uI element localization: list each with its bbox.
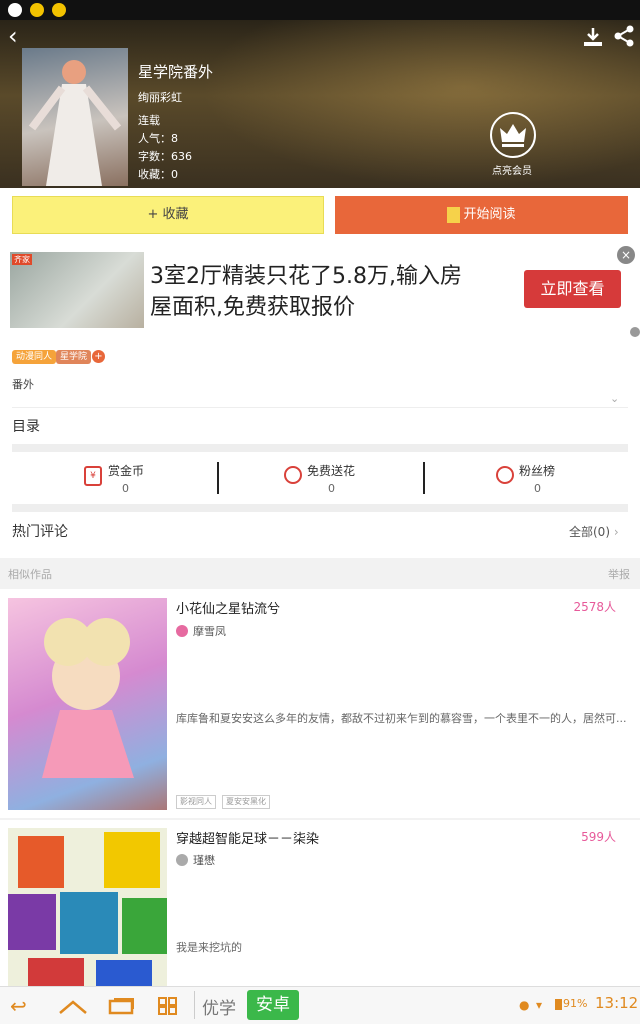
tag-badge[interactable]: 动漫同人: [12, 350, 57, 364]
avatar: [176, 854, 188, 866]
work-title: 穿越超智能足球－－柒染: [176, 832, 320, 847]
catalog-link[interactable]: 目录: [12, 416, 40, 436]
battery-icon: [555, 999, 562, 1010]
wifi-icon: ▾: [536, 998, 543, 1012]
work-reader-count: 599人: [581, 830, 616, 844]
share-icon[interactable]: [612, 24, 636, 48]
work-author: 摩雪凤: [193, 625, 226, 638]
comments-all-label: 全部(0): [569, 525, 610, 539]
divider: [423, 462, 425, 494]
work-cover: [8, 828, 167, 986]
stat-value: 0: [122, 482, 129, 495]
notification-icon: [52, 3, 66, 17]
report-link[interactable]: 举报: [608, 566, 630, 582]
app-icon: [8, 3, 22, 17]
similar-title: 相似作品: [8, 568, 52, 581]
send-flowers[interactable]: 免费送花 0: [222, 460, 432, 498]
start-reading-label: 开始阅读: [463, 207, 516, 222]
ad-text-line2: 屋面积,免费获取报价: [150, 295, 355, 320]
reward-coins[interactable]: ¥ 赏金币 0: [12, 460, 222, 498]
back-icon[interactable]: ‹: [8, 24, 18, 48]
ad-brand: 齐家: [12, 254, 32, 265]
work-description: 库库鲁和夏安安这么多年的友情，都敌不过初来乍到的慕容雪，一个表里不一的人，居然可…: [176, 712, 627, 725]
chevron-down-icon[interactable]: ⌄: [610, 392, 619, 405]
book-word-count: 字数：636: [138, 150, 192, 163]
fan-ranking[interactable]: 粉丝榜 0: [428, 460, 638, 498]
add-tag-icon[interactable]: +: [92, 350, 105, 363]
book-author[interactable]: 绚丽彩虹: [138, 89, 182, 105]
coin-icon: ¥: [84, 466, 102, 486]
flower-icon: [284, 466, 302, 484]
avatar: [176, 625, 188, 637]
ad-cta-button[interactable]: 立即查看: [524, 270, 621, 308]
crown-icon[interactable]: [490, 112, 536, 158]
battery-level: 91%: [563, 997, 588, 1010]
recent-apps-icon[interactable]: [108, 996, 135, 1020]
clock: 13:12: [595, 994, 639, 1012]
notification-icon: [30, 3, 44, 17]
system-nav-bar: [0, 986, 640, 1024]
tag-badge: 夏安安黑化: [222, 795, 270, 809]
book-favorites: 收藏：0: [138, 168, 178, 181]
divider: [217, 462, 219, 494]
work-reader-count: 2578人: [573, 600, 616, 614]
ad-text-line1: 3室2厅精装只花了5.8万,输入房: [150, 264, 462, 289]
book-icon: [447, 206, 461, 223]
stat-value: 0: [534, 482, 541, 495]
book-title: 星学院番外: [138, 63, 214, 81]
medal-icon: [496, 466, 514, 484]
vip-label[interactable]: 点亮会员: [492, 162, 532, 177]
start-reading-button[interactable]: 开始阅读: [335, 196, 628, 234]
stat-value: 0: [328, 482, 335, 495]
work-author: 瑾懋: [193, 854, 215, 867]
home-icon[interactable]: [58, 996, 88, 1020]
divider: [12, 504, 628, 512]
work-title: 小花仙之星钻流兮: [176, 602, 281, 617]
close-icon[interactable]: ×: [617, 246, 635, 264]
comments-title: 热门评论: [12, 524, 68, 540]
book-popularity: 人气：8: [138, 132, 178, 145]
brand-badge[interactable]: 安卓: [247, 990, 299, 1020]
work-cover: [8, 598, 167, 810]
tag-badge[interactable]: 星学院: [56, 350, 92, 364]
chevron-right-icon: ›: [613, 525, 619, 539]
ad-image: 齐家: [10, 252, 144, 328]
favorite-button[interactable]: + 收藏: [12, 196, 324, 234]
tag-badge: 影视同人: [176, 795, 216, 809]
stat-label: 赏金币: [108, 464, 145, 478]
divider: [194, 991, 195, 1019]
divider: [12, 444, 628, 452]
stat-label: 免费送花: [307, 464, 356, 478]
back-icon[interactable]: ↩: [10, 994, 27, 1018]
intro-text: 番外: [12, 378, 34, 391]
work-description: 我是来挖坑的: [176, 941, 242, 954]
book-status: 连载: [138, 114, 160, 127]
location-icon: ●: [519, 998, 530, 1012]
divider: [12, 407, 628, 408]
brand-label: 优学: [202, 999, 236, 1019]
comments-all-link[interactable]: 全部(0) ›: [569, 523, 619, 540]
download-icon[interactable]: [582, 26, 604, 48]
status-bar: [0, 0, 640, 20]
apps-grid-icon[interactable]: [158, 996, 178, 1020]
ad-info-icon[interactable]: [630, 327, 640, 337]
stat-label: 粉丝榜: [519, 464, 556, 478]
book-cover: [22, 48, 128, 186]
